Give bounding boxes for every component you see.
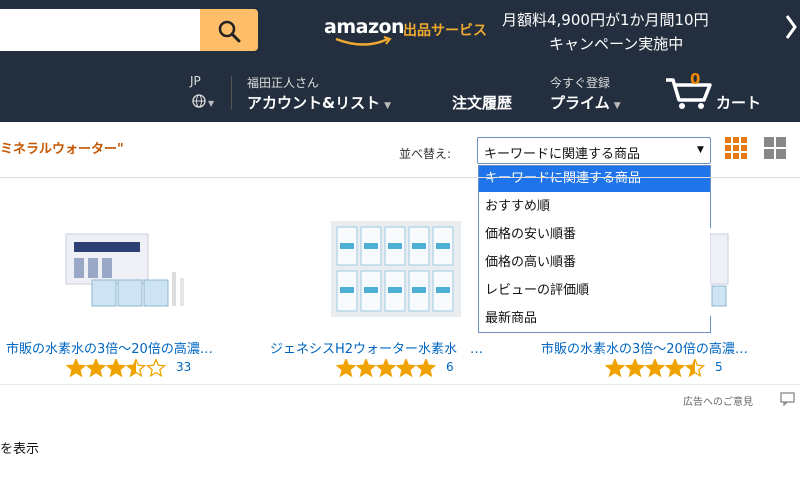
search-icon [218, 20, 241, 43]
rating-count[interactable]: 5 [715, 360, 723, 374]
prime-link[interactable]: プライム ▼ [550, 92, 621, 113]
sort-option[interactable]: おすすめ順 [479, 194, 710, 220]
amazon-logo[interactable]: amazon [324, 16, 405, 38]
top-header: amazon 出品サービス 月額料4,900円が1か月間10円 キャンペーン実施… [0, 0, 800, 62]
chevron-right-icon[interactable] [784, 12, 798, 42]
star-fill-icon [107, 359, 125, 377]
chevron-down-icon: ▼ [384, 101, 392, 111]
ad-feedback-link[interactable]: 広告へのご意見 [683, 393, 753, 408]
star-icon [145, 359, 167, 377]
cart-icon[interactable] [664, 76, 714, 110]
product-image[interactable] [710, 228, 732, 316]
star-fill-icon [417, 359, 435, 377]
greeting-text[interactable]: 福田正人さん [247, 74, 319, 91]
sort-options-list: キーワードに関連する商品 おすすめ順 価格の安い順番 価格の高い順番 レビューの… [478, 165, 711, 333]
divider [231, 76, 232, 110]
star-fill-icon [666, 359, 684, 377]
orders-link[interactable]: 注文履歴 [452, 92, 512, 113]
list-view-icon[interactable] [764, 137, 786, 159]
star-fill-icon [87, 359, 105, 377]
chevron-down-icon: ▼ [613, 101, 621, 111]
seller-service-label[interactable]: 出品サービス [403, 20, 487, 40]
show-results-text: を表示 [0, 442, 40, 457]
sort-option[interactable]: レビューの評価順 [479, 278, 710, 304]
star-fill-icon [626, 359, 644, 377]
amazon-smile-icon [335, 36, 392, 46]
cart-count[interactable]: 0 [690, 70, 700, 88]
star-fill-icon [646, 359, 664, 377]
star-fill-icon [397, 359, 415, 377]
sort-option[interactable]: 価格の高い順番 [479, 250, 710, 276]
sort-option[interactable]: 価格の安い順番 [479, 222, 710, 248]
rating-count[interactable]: 6 [446, 360, 454, 374]
divider [0, 177, 800, 178]
search-term: ミネラルウォーター" [0, 142, 124, 157]
search-button[interactable] [200, 9, 258, 51]
cart-label[interactable]: カート [716, 92, 761, 113]
sort-label: 並べ替え: [399, 147, 452, 161]
language-code[interactable]: JP [190, 74, 201, 88]
prime-label: プライム [550, 94, 610, 112]
product-image[interactable] [331, 221, 461, 317]
sort-option[interactable]: 最新商品 [479, 306, 710, 332]
sort-selected-value: キーワードに関連する商品 [484, 147, 641, 162]
account-lists-link[interactable]: アカウント&リスト ▼ [247, 92, 391, 113]
product-image[interactable] [62, 228, 192, 316]
star-rating[interactable] [66, 359, 170, 377]
star-fill-icon [357, 359, 375, 377]
product-title[interactable]: 市販の水素水の3倍～20倍の高濃… [6, 338, 213, 357]
product-title[interactable]: ジェネシスH2ウォーター水素水 … [270, 338, 483, 357]
product-title[interactable]: 市販の水素水の3倍～20倍の高濃… [541, 338, 748, 357]
star-fill-icon [67, 359, 85, 377]
star-fill-icon [337, 359, 355, 377]
promo-line-1[interactable]: 月額料4,900円が1か月間10円 [502, 9, 709, 30]
sort-option[interactable]: キーワードに関連する商品 [479, 166, 710, 192]
chevron-down-icon: ▼ [208, 99, 215, 108]
star-rating[interactable] [336, 359, 440, 377]
star-fill-icon [377, 359, 395, 377]
grid-view-icon[interactable] [725, 137, 747, 159]
divider [0, 384, 800, 385]
prime-signup-text[interactable]: 今すぐ登録 [550, 74, 610, 91]
search-input[interactable] [0, 9, 200, 51]
star-fill-icon [606, 359, 624, 377]
dropdown-arrow-icon: ▼ [697, 145, 704, 155]
rating-count[interactable]: 33 [176, 360, 191, 374]
sort-dropdown[interactable]: キーワードに関連する商品 ▼ [477, 137, 711, 164]
star-rating[interactable] [605, 359, 709, 377]
globe-icon[interactable] [192, 94, 206, 108]
account-label: アカウント&リスト [247, 94, 381, 112]
promo-line-2[interactable]: キャンペーン実施中 [549, 33, 683, 54]
speech-bubble-icon[interactable] [780, 392, 796, 406]
